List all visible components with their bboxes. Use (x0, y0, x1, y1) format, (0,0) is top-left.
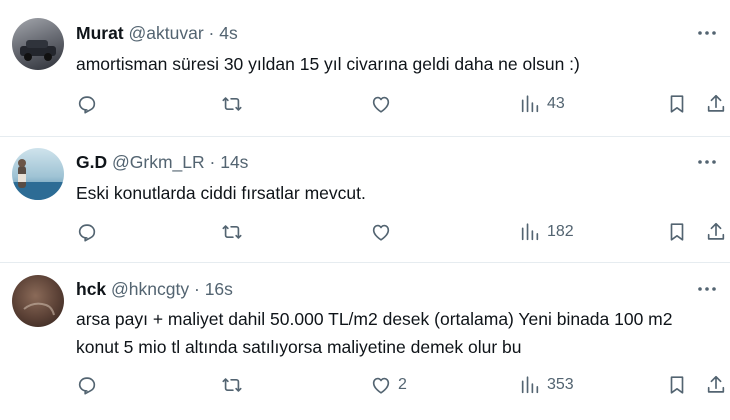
tweet-text: arsa payı + maliyet dahil 50.000 TL/m2 d… (76, 309, 673, 357)
retweet-icon (222, 97, 242, 111)
action-bar: 2 353 (0, 373, 730, 397)
bookmark-button[interactable] (666, 92, 688, 116)
reply-button[interactable] (76, 373, 98, 397)
view-count: 182 (547, 223, 574, 240)
like-button[interactable]: 2 (370, 373, 407, 397)
reply-icon (78, 224, 96, 242)
views-chart-icon (521, 376, 539, 394)
display-name[interactable]: hck (76, 279, 106, 299)
timestamp[interactable]: 4s (219, 23, 237, 43)
avatar[interactable] (12, 275, 64, 327)
tweet[interactable]: G.D @Grkm_LR · 14s Eski konutlarda ciddi… (0, 137, 730, 263)
tweet-header: G.D @Grkm_LR · 14s (76, 151, 248, 173)
share-icon (707, 222, 725, 240)
views-chart-icon (521, 95, 539, 113)
more-options-button[interactable] (696, 151, 718, 173)
retweet-button[interactable] (221, 373, 243, 397)
timestamp[interactable]: 14s (220, 152, 248, 172)
more-options-button[interactable] (696, 22, 718, 44)
tweet-header: Murat @aktuvar · 4s (76, 22, 238, 44)
view-count: 353 (547, 376, 574, 393)
more-horizontal-icon (698, 287, 716, 291)
avatar[interactable] (12, 148, 64, 200)
user-handle[interactable]: @hkncgty (111, 279, 189, 299)
like-count: 2 (398, 376, 407, 393)
heart-icon (372, 96, 390, 113)
share-icon (707, 375, 725, 393)
view-count: 43 (547, 95, 565, 112)
user-handle[interactable]: @aktuvar (129, 23, 204, 43)
bookmark-icon (670, 376, 684, 394)
share-icon (707, 94, 725, 112)
reply-icon (78, 377, 96, 395)
bookmark-button[interactable] (666, 373, 688, 397)
more-horizontal-icon (698, 160, 716, 164)
tweet-header: hck @hkncgty · 16s (76, 278, 233, 300)
separator-dot: · (193, 279, 200, 299)
views-button[interactable]: 43 (519, 92, 565, 116)
retweet-icon (222, 225, 242, 239)
views-button[interactable]: 182 (519, 220, 574, 244)
user-handle[interactable]: @Grkm_LR (112, 152, 205, 172)
action-bar: 182 (0, 220, 730, 244)
separator-dot: · (208, 23, 215, 43)
display-name[interactable]: G.D (76, 152, 107, 172)
tweet[interactable]: Murat @aktuvar · 4s amortisman süresi 30… (0, 0, 730, 137)
share-button[interactable] (705, 220, 727, 244)
views-chart-icon (521, 223, 539, 241)
separator-dot: · (209, 152, 216, 172)
share-button[interactable] (705, 373, 727, 397)
retweet-button[interactable] (221, 92, 243, 116)
more-horizontal-icon (698, 31, 716, 35)
tweet[interactable]: hck @hkncgty · 16s arsa payı + maliyet d… (0, 263, 730, 420)
timestamp[interactable]: 16s (205, 279, 233, 299)
more-options-button[interactable] (696, 278, 718, 300)
heart-icon (372, 224, 390, 241)
retweet-button[interactable] (221, 220, 243, 244)
bookmark-icon (670, 223, 684, 241)
like-button[interactable] (370, 220, 398, 244)
reply-button[interactable] (76, 92, 98, 116)
action-bar: 43 (0, 92, 730, 116)
retweet-icon (222, 378, 242, 392)
tweet-text: Eski konutlarda ciddi fırsatlar mevcut. (76, 183, 366, 203)
bookmark-button[interactable] (666, 220, 688, 244)
tweet-text: amortisman süresi 30 yıldan 15 yıl civar… (76, 54, 580, 74)
reply-button[interactable] (76, 220, 98, 244)
avatar[interactable] (12, 18, 64, 70)
heart-icon (372, 377, 390, 394)
share-button[interactable] (705, 92, 727, 116)
reply-icon (78, 96, 96, 114)
like-button[interactable] (370, 92, 398, 116)
views-button[interactable]: 353 (519, 373, 574, 397)
display-name[interactable]: Murat (76, 23, 124, 43)
bookmark-icon (670, 95, 684, 113)
